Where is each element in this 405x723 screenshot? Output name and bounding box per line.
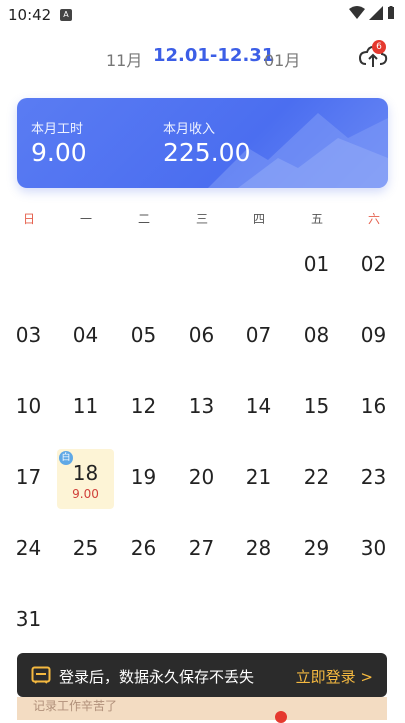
day-number: 09 [360,323,387,347]
calendar-day[interactable]: 19 [115,449,172,509]
day-number: 25 [72,536,99,560]
calendar-day[interactable]: 07 [230,307,287,367]
day-number: 04 [72,323,99,347]
calendar-day[interactable]: 24 [0,520,57,580]
day-number: 28 [245,536,272,560]
calendar-day[interactable]: 03 [0,307,57,367]
weekday-tue: 二 [137,212,150,226]
day-number: 05 [130,323,157,347]
hours-value: 9.00 [31,138,87,167]
day-number: 15 [303,394,330,418]
day-number: 08 [303,323,330,347]
calendar-day[interactable]: 16 [345,378,402,438]
login-prompt-text: 登录后，数据永久保存不丢失 [59,668,255,686]
day-number: 24 [15,536,42,560]
day-number: 11 [72,394,99,418]
wifi-icon [349,6,365,19]
calendar-day[interactable]: 23 [345,449,402,509]
weekday-header: 日 一 二 三 四 五 六 [0,210,405,228]
weekday-mon: 一 [79,212,92,226]
weekday-wed: 三 [195,212,208,226]
weekday-thu: 四 [252,212,265,226]
weekday-fri: 五 [310,212,323,226]
day-number: 16 [360,394,387,418]
income-label: 本月收入 [163,122,216,137]
day-number: 03 [15,323,42,347]
calendar-day[interactable]: 25 [57,520,114,580]
shift-type-badge: 白 [59,451,73,465]
calendar-day[interactable]: 14 [230,378,287,438]
calendar-day[interactable]: 28 [230,520,287,580]
calendar-day[interactable]: 11 [57,378,114,438]
calendar-day[interactable]: 12 [115,378,172,438]
calendar-day[interactable]: 09 [345,307,402,367]
day-number: 21 [245,465,272,489]
calendar-day[interactable]: 08 [288,307,345,367]
day-number: 23 [360,465,387,489]
status-icons [349,6,395,20]
month-navigator: 11月 12.01-12.31 01月 [0,44,405,70]
calendar-day-selected[interactable]: 18 白 9.00 [57,449,114,509]
calendar-day[interactable]: 10 [0,378,57,438]
day-number: 13 [188,394,215,418]
status-time: 10:42 [8,6,52,24]
calendar-day[interactable]: 21 [230,449,287,509]
day-number: 07 [245,323,272,347]
login-banner[interactable]: 登录后，数据永久保存不丢失 立即登录 > [17,653,387,697]
next-month-button[interactable]: 01月 [264,47,300,71]
calendar-day[interactable]: 27 [173,520,230,580]
notification-dot [275,711,287,723]
calendar-day[interactable]: 22 [288,449,345,509]
hours-label: 本月工时 [31,122,84,137]
day-number: 19 [130,465,157,489]
calendar-day[interactable]: 06 [173,307,230,367]
bottom-hint-text: 记录工作辛苦了 [33,699,118,713]
calendar-day[interactable]: 20 [173,449,230,509]
login-now-button[interactable]: 立即登录 > [296,666,373,687]
calendar-day[interactable]: 01 [288,236,345,296]
calendar-day[interactable]: 31 [0,591,57,651]
day-number: 17 [15,465,42,489]
status-bar: 10:42 A [0,0,405,32]
calendar-day[interactable]: 05 [115,307,172,367]
calendar-day[interactable]: 30 [345,520,402,580]
app-notification-icon: A [60,9,72,21]
income-value: 225.00 [163,138,251,167]
safe-box-icon [31,666,51,684]
day-number: 01 [303,252,330,276]
calendar-day[interactable]: 29 [288,520,345,580]
day-number: 31 [15,607,42,631]
calendar-day[interactable]: 15 [288,378,345,438]
signal-icon [369,6,383,20]
day-number: 02 [360,252,387,276]
day-number: 26 [130,536,157,560]
bottom-promo-strip: 记录工作辛苦了 [17,697,387,723]
day-number: 12 [130,394,157,418]
sync-count-badge: 6 [372,40,386,54]
battery-icon [388,6,394,19]
calendar-day[interactable]: 17 [0,449,57,509]
day-number: 10 [15,394,42,418]
monthly-summary-card: 本月工时 9.00 本月收入 225.00 [17,98,388,188]
day-number: 14 [245,394,272,418]
current-period-label[interactable]: 12.01-12.31 [153,45,274,66]
weekday-sat: 六 [367,212,380,226]
day-hours: 9.00 [72,487,99,501]
day-number: 22 [303,465,330,489]
day-number: 30 [360,536,387,560]
day-number: 27 [188,536,215,560]
weekday-sun: 日 [22,212,35,226]
calendar-day[interactable]: 04 [57,307,114,367]
day-number: 20 [188,465,215,489]
calendar-day[interactable]: 02 [345,236,402,296]
calendar-day[interactable]: 26 [115,520,172,580]
calendar-day[interactable]: 13 [173,378,230,438]
day-number: 06 [188,323,215,347]
day-number: 29 [303,536,330,560]
prev-month-button[interactable]: 11月 [106,47,142,71]
